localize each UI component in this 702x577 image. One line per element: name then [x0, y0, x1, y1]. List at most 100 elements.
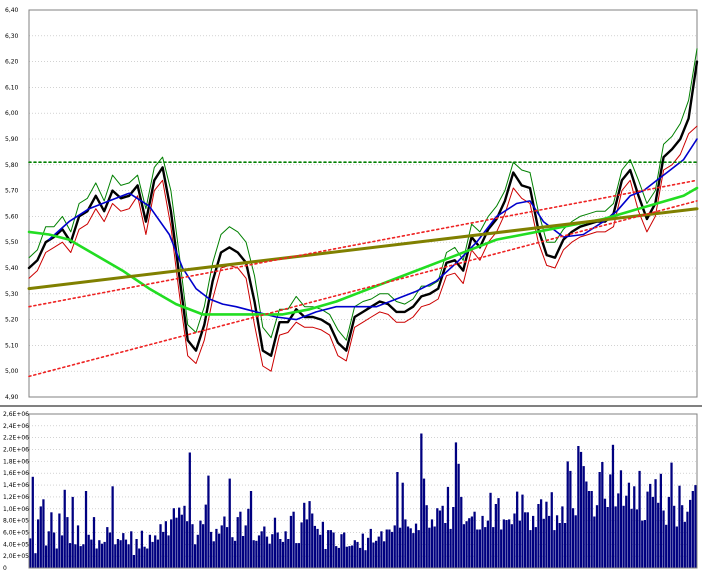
volume-bar [324, 549, 327, 568]
volume-bar [518, 520, 521, 568]
volume-bar [449, 528, 452, 568]
volume-bar [135, 539, 138, 568]
volume-bar [106, 527, 109, 568]
volume-bar [127, 544, 130, 568]
volume-bar [457, 463, 460, 568]
volume-bar [130, 531, 133, 568]
volume-bar [255, 540, 258, 568]
volume-bar [76, 525, 80, 568]
volume-bar [92, 517, 96, 568]
volume-bar [353, 540, 356, 568]
volume-bar [289, 515, 293, 568]
volume-bar [95, 548, 98, 568]
volume-bar [239, 511, 242, 568]
volume-bar [303, 502, 306, 568]
volume-bar [454, 442, 458, 568]
price-tick-label: 6,00 [5, 110, 19, 117]
volume-tick-label: 2,0E+05 [3, 553, 29, 560]
volume-bar [630, 508, 633, 568]
volume-bar [228, 478, 231, 568]
volume-bar [417, 530, 420, 568]
volume-bar [667, 496, 670, 568]
volume-bar [351, 545, 354, 568]
volume-bar [372, 542, 375, 568]
volume-bar [484, 527, 487, 568]
volume-bar [34, 553, 37, 568]
volume-bar [446, 486, 450, 568]
volume-bar [212, 541, 215, 568]
volume-bar [510, 524, 513, 568]
price-tick-label: 6,20 [5, 59, 19, 66]
volume-bar [87, 534, 90, 568]
volume-bar [162, 531, 165, 568]
volume-bar [377, 536, 380, 568]
volume-bar [47, 531, 50, 568]
volume-bar [268, 543, 271, 568]
volume-bar [633, 486, 636, 568]
volume-bar [409, 528, 412, 568]
volume-bar [164, 521, 167, 568]
volume-bar [50, 512, 53, 568]
volume-bar [579, 451, 583, 568]
volume-bar [494, 504, 497, 568]
volume-bar [524, 512, 527, 568]
volume-bar [215, 528, 218, 568]
volume-bar [611, 444, 615, 568]
volume-bar [183, 505, 186, 568]
volume-bar [428, 527, 431, 568]
volume-bar [563, 523, 567, 568]
volume-bar [276, 532, 279, 568]
price-tick-label: 5,60 [5, 213, 19, 220]
volume-bar [220, 525, 223, 568]
volume-bar [329, 530, 332, 568]
volume-bar [587, 491, 591, 568]
volume-bar [643, 520, 647, 568]
volume-bar [316, 528, 319, 568]
volume-bar [497, 498, 500, 568]
volume-bar [146, 548, 149, 568]
volume-bar [550, 492, 553, 568]
volume-bar [356, 541, 359, 568]
volume-bar [374, 540, 378, 568]
volume-bar [63, 489, 66, 568]
volume-bar [601, 462, 604, 568]
volume-bar [430, 519, 434, 568]
volume-bar [598, 472, 601, 568]
volume-bar [297, 543, 301, 568]
price-tick-label: 5,10 [5, 342, 19, 349]
volume-bar [311, 513, 314, 568]
volume-bar [178, 507, 181, 568]
volume-bar [188, 452, 191, 568]
volume-bar [404, 519, 407, 568]
volume-bar [140, 530, 144, 568]
volume-bar [555, 515, 559, 568]
volume-bar [74, 544, 77, 568]
volume-bar [393, 525, 396, 568]
volume-bar [201, 524, 205, 568]
price-panel: 4,90 5,00 5,10 5,20 5,30 5,40 5,50 5,60 5,70 5,80… [5, 7, 699, 401]
volume-bar [308, 501, 311, 568]
volume-bar [159, 524, 162, 568]
volume-tick-label: 2,2E+06 [3, 435, 29, 442]
volume-bar [603, 498, 607, 568]
volume-bar [305, 519, 309, 568]
volume-bar [132, 555, 136, 568]
price-tick-label: 5,20 [5, 317, 19, 324]
volume-bar [622, 505, 625, 568]
volume-bar [167, 535, 170, 568]
price-plot-frame [28, 9, 698, 398]
volume-bar [332, 532, 335, 568]
volume-bar [98, 540, 101, 568]
volume-bar [273, 517, 277, 568]
volume-bar [529, 530, 532, 568]
volume-bar [385, 529, 388, 568]
volume-bar [207, 475, 210, 568]
volume-bar [595, 505, 599, 568]
volume-bar [396, 472, 399, 568]
volume-bar [686, 511, 689, 568]
volume-bar [670, 462, 673, 568]
volume-bar [614, 506, 617, 568]
volume-bar [577, 446, 580, 568]
volume-bar [558, 523, 561, 568]
volume-bar [108, 532, 112, 568]
